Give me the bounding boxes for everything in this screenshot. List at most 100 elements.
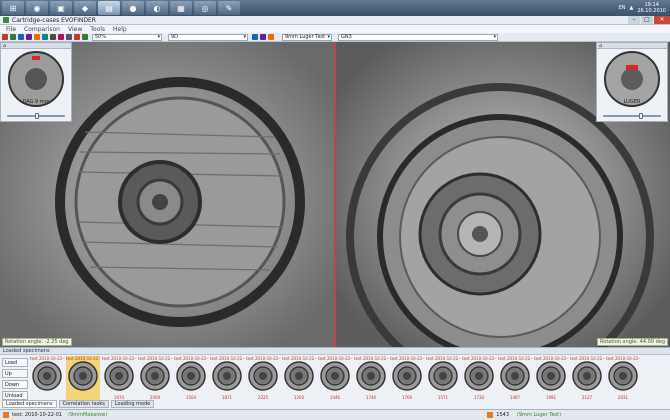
specimens-panel: Loaded specimens Load Up Down Unload tes… — [0, 347, 670, 409]
taskbar-app-3[interactable]: ◆ — [74, 1, 96, 15]
menu-help[interactable]: Help — [113, 26, 127, 33]
specimen-thumbnail[interactable]: test 2010-10-22-012225 — [246, 356, 280, 400]
split-icon[interactable] — [268, 34, 274, 40]
tab-loaded-specimens[interactable]: Loaded specimens — [2, 400, 57, 408]
taskbar-app-7[interactable]: ▦ — [170, 1, 192, 15]
tab-loading-mode[interactable]: Loading mode — [110, 400, 155, 408]
taskbar-app-1[interactable]: ◉ — [26, 1, 48, 15]
rotate-icon[interactable] — [26, 34, 32, 40]
taskbar-app-8[interactable]: ◎ — [194, 1, 216, 15]
specimen-thumbnail[interactable]: test 2010-10-22-011200 — [282, 356, 316, 400]
zoom-out-icon[interactable] — [42, 34, 48, 40]
menu-view[interactable]: View — [68, 26, 82, 33]
specimen-thumbnail-image — [572, 361, 602, 391]
light-icon[interactable] — [50, 34, 56, 40]
specimen-thumbnail-number: 2031 — [617, 395, 629, 400]
specimen-thumbnail[interactable]: test 2010-10-22-011974 — [102, 356, 136, 400]
statusbar: test: 2010-10-22-01 (9mmMakarow) 1543 (9… — [0, 409, 670, 420]
right-specimen-combo[interactable]: 9mm Luger Test — [282, 33, 332, 41]
left-specimen-value: 9D — [171, 33, 179, 40]
up-button[interactable]: Up — [2, 369, 28, 378]
status-left-text: test: 2010-10-22-01 — [12, 412, 63, 418]
left-zoom-knob[interactable] — [35, 113, 39, 119]
taskbar-app-evofinder[interactable]: ▤ — [98, 1, 120, 15]
specimen-thumbnail-number: 1446 — [329, 395, 341, 400]
specimen-thumbnail-number: 1730 — [473, 395, 485, 400]
specimen-thumbnail[interactable]: test 2010-10-22-012031 — [606, 356, 640, 400]
left-zoom-slider[interactable] — [7, 113, 65, 119]
mark-icon[interactable] — [58, 34, 64, 40]
taskbar-app-9[interactable]: ✎ — [218, 1, 240, 15]
menu-comparison[interactable]: Comparison — [24, 26, 60, 33]
specimen-thumbnail-number: 2127 — [581, 395, 593, 400]
specimen-thumbnail-image — [392, 361, 422, 391]
specimen-thumbnail-number: 1769 — [401, 395, 413, 400]
sync-icon[interactable] — [82, 34, 88, 40]
specimen-thumbnail[interactable]: test 2010-10-22-011991 — [534, 356, 568, 400]
maximize-button[interactable]: □ — [641, 16, 653, 24]
comparison-viewer[interactable]: ⌂ DAG 9 mm ⌂ LUGER Rotation angle: -2.25… — [0, 42, 670, 347]
right-mini-text: LUGER — [624, 99, 641, 105]
tab-correlation-tasks[interactable]: Correlation tasks — [58, 400, 109, 408]
language-indicator[interactable]: EN — [619, 5, 626, 11]
app-icon — [3, 17, 9, 23]
flip-icon[interactable] — [74, 34, 80, 40]
specimen-thumbnail[interactable]: test 2010-10-22-012127 — [570, 356, 604, 400]
bottom-tabs: Loaded specimens Correlation tasks Loadi… — [0, 400, 155, 408]
menubar: File Comparison View Tools Help — [0, 25, 670, 33]
specimen-thumbnail-image — [536, 361, 566, 391]
specimen-thumbnail[interactable]: test 2010-10-22-011504 — [174, 356, 208, 400]
save-icon[interactable] — [10, 34, 16, 40]
specimen-thumbnail[interactable]: test 2010-10-22-011769 — [390, 356, 424, 400]
specimen-thumbnail-image — [320, 361, 350, 391]
taskbar-app-6[interactable]: ◐ — [146, 1, 168, 15]
start-button[interactable]: ⊞ — [2, 1, 24, 15]
specimen-side-buttons: Load Up Down Unload — [2, 358, 28, 400]
zoom-in-icon[interactable] — [34, 34, 40, 40]
specimen-thumbnail[interactable]: test 2010-10-22-01 — [30, 356, 64, 400]
open-icon[interactable] — [2, 34, 8, 40]
taskbar-app-2[interactable]: ▣ — [50, 1, 72, 15]
specimen-thumbnail[interactable]: test 2010-10-22-011497 — [498, 356, 532, 400]
swap-icon[interactable] — [252, 34, 258, 40]
specimen-thumbnail[interactable]: test 2010-10-22-01 — [66, 356, 100, 400]
specimen-thumbnail-number: 2225 — [257, 395, 269, 400]
print-icon[interactable] — [18, 34, 24, 40]
specimen-thumbnail-image — [140, 361, 170, 391]
unload-button[interactable]: Unload — [2, 391, 28, 400]
specimen-thumbnail[interactable]: test 2010-10-22-011740 — [354, 356, 388, 400]
specimen-thumbnail-image — [212, 361, 242, 391]
specimen-thumbnail[interactable]: test 2010-10-22-011446 — [318, 356, 352, 400]
specimen-thumbnail[interactable]: test 2010-10-22-011871 — [210, 356, 244, 400]
load-button[interactable]: Load — [2, 358, 28, 367]
tray-icon[interactable]: ▲ — [630, 5, 634, 11]
right-zoom-knob[interactable] — [639, 113, 643, 119]
left-navigator-mini[interactable]: DAG 9 mm — [1, 49, 71, 109]
left-specimen-combo[interactable]: 9D — [168, 33, 248, 41]
zoom-combo[interactable]: 50% — [92, 33, 162, 41]
grid-icon[interactable] — [66, 34, 72, 40]
clock[interactable]: 19:14 26.10.2010 — [637, 2, 666, 14]
specimen-thumbnail[interactable]: test 2010-10-22-012009 — [138, 356, 172, 400]
specimen-thumbnail[interactable]: test 2010-10-22-011730 — [462, 356, 496, 400]
right-firing-pin-dot — [472, 226, 488, 242]
close-button[interactable]: ✕ — [654, 16, 670, 24]
right-value-combo[interactable]: GN3 — [338, 33, 498, 41]
clock-date: 26.10.2010 — [637, 8, 666, 14]
menu-tools[interactable]: Tools — [90, 26, 105, 33]
cartridge-images[interactable] — [0, 42, 670, 347]
status-right-icon — [487, 412, 494, 418]
right-zoom-slider[interactable] — [603, 113, 661, 119]
minimize-button[interactable]: – — [628, 16, 640, 24]
specimen-thumbnail-number: 1871 — [221, 395, 233, 400]
specimen-thumbnail-number: 1497 — [509, 395, 521, 400]
left-navigator-panel: ⌂ DAG 9 mm — [0, 42, 72, 122]
taskbar-app-5[interactable]: ● — [122, 1, 144, 15]
status-left-icon — [3, 412, 9, 418]
specimen-thumbnail[interactable]: test 2010-10-22-011571 — [426, 356, 460, 400]
menu-file[interactable]: File — [6, 26, 16, 33]
right-navigator-mini[interactable]: LUGER — [597, 49, 667, 109]
down-button[interactable]: Down — [2, 380, 28, 389]
overlay-icon[interactable] — [260, 34, 266, 40]
zoom-value: 50% — [95, 33, 107, 40]
